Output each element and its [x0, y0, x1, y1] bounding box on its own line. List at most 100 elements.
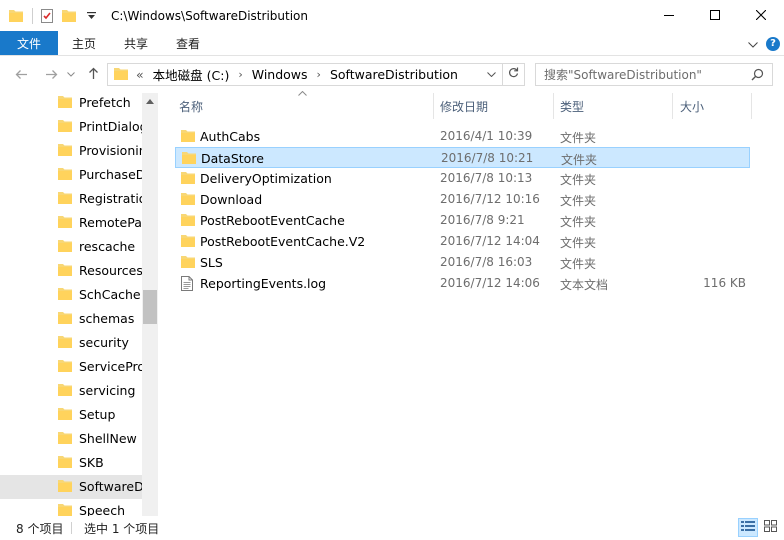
chevron-right-icon[interactable]: ›	[317, 68, 321, 81]
file-row[interactable]: PostRebootEventCache.V2 2016/7/12 14:04 文件…	[175, 231, 750, 252]
column-header-size[interactable]: 大小	[680, 93, 704, 119]
breadcrumb-softwaredistribution[interactable]: SoftwareDistribution	[330, 67, 458, 82]
file-row[interactable]: Download 2016/7/12 10:16 文件夹	[175, 189, 750, 210]
folder-icon	[58, 119, 72, 135]
quick-access-toolbar	[0, 0, 105, 31]
file-row[interactable]: DataStore 2016/7/8 10:21 文件夹	[175, 147, 750, 168]
scrollbar-thumb[interactable]	[143, 290, 157, 324]
folder-icon	[58, 479, 72, 495]
customize-toolbar-icon[interactable]	[83, 8, 99, 24]
folder-icon	[58, 239, 72, 255]
column-divider[interactable]	[433, 93, 434, 119]
nav-item[interactable]: security	[0, 331, 142, 355]
large-icons-view-icon	[763, 520, 777, 535]
chevron-right-icon[interactable]: ›	[238, 68, 242, 81]
nav-item[interactable]: Provisioning	[0, 139, 142, 163]
folder-icon	[58, 359, 72, 375]
nav-item[interactable]: SKB	[0, 451, 142, 475]
column-header-name[interactable]: 名称	[179, 93, 203, 119]
file-type: 文件夹	[560, 236, 597, 250]
window-title: C:\Windows\SoftwareDistribution	[111, 8, 308, 23]
folder-icon	[58, 503, 72, 516]
back-button[interactable]	[10, 64, 32, 86]
file-name: ReportingEvents.log	[200, 276, 327, 291]
nav-item-label: PrintDialog	[79, 119, 142, 134]
nav-item[interactable]: PurchaseDialog	[0, 163, 142, 187]
nav-item[interactable]: schemas	[0, 307, 142, 331]
minimize-button[interactable]	[646, 0, 692, 31]
file-date: 2016/7/12 10:16	[440, 192, 540, 206]
selection-count: 选中 1 个项目	[84, 522, 160, 536]
search-box[interactable]	[535, 63, 773, 86]
close-icon	[755, 9, 767, 23]
nav-item[interactable]: Prefetch	[0, 93, 142, 115]
folder-icon	[58, 263, 72, 279]
help-icon[interactable]: ?	[766, 36, 780, 51]
large-icons-view-button[interactable]	[760, 518, 780, 537]
nav-item-label: servicing	[79, 383, 136, 398]
forward-arrow-icon	[45, 66, 58, 84]
close-button[interactable]	[738, 0, 784, 31]
column-header-type[interactable]: 类型	[560, 93, 584, 119]
scroll-up-arrow-icon[interactable]	[142, 93, 157, 110]
nav-item[interactable]: SchCache	[0, 283, 142, 307]
nav-item[interactable]: SoftwareDistribution	[0, 475, 142, 499]
maximize-icon	[710, 9, 720, 23]
file-row[interactable]: DeliveryOptimization 2016/7/8 10:13 文件夹	[175, 168, 750, 189]
folder-icon	[58, 383, 72, 399]
column-header-date[interactable]: 修改日期	[440, 93, 488, 119]
nav-item[interactable]: ServiceProfiles	[0, 355, 142, 379]
nav-item-label: Provisioning	[79, 143, 142, 158]
tab-file[interactable]: 文件	[0, 31, 58, 55]
breadcrumb-local-disk[interactable]: 本地磁盘 (C:)	[153, 65, 230, 84]
details-view-button[interactable]	[738, 518, 758, 537]
file-date: 2016/7/8 10:13	[440, 171, 533, 185]
folder-icon	[181, 129, 195, 145]
file-date: 2016/7/8 9:21	[440, 213, 525, 227]
file-row[interactable]: SLS 2016/7/8 16:03 文件夹	[175, 252, 750, 273]
file-row[interactable]: PostRebootEventCache 2016/7/8 9:21 文件夹	[175, 210, 750, 231]
recent-locations-button[interactable]	[64, 64, 78, 86]
up-button[interactable]	[82, 64, 104, 86]
folder-icon[interactable]	[8, 8, 24, 24]
search-input[interactable]	[544, 67, 744, 82]
nav-item[interactable]: Registration	[0, 187, 142, 211]
nav-item-label: security	[79, 335, 129, 350]
maximize-button[interactable]	[692, 0, 738, 31]
folder-icon	[58, 143, 72, 159]
file-row[interactable]: ReportingEvents.log 2016/7/12 14:06 文本文档 11…	[175, 273, 750, 294]
nav-item-label: Speech	[79, 503, 126, 516]
address-history-dropdown[interactable]	[482, 64, 500, 85]
refresh-button[interactable]	[502, 64, 524, 85]
nav-item[interactable]: RemotePackages	[0, 211, 142, 235]
file-date: 2016/7/8 10:21	[441, 151, 534, 165]
nav-item[interactable]: Speech	[0, 499, 142, 516]
breadcrumb-overflow[interactable]: «	[136, 67, 144, 82]
file-date: 2016/7/12 14:04	[440, 234, 540, 248]
column-divider[interactable]	[553, 93, 554, 119]
properties-icon[interactable]	[39, 8, 55, 24]
nav-item[interactable]: servicing	[0, 379, 142, 403]
nav-item[interactable]: ShellNew	[0, 427, 142, 451]
tab-home[interactable]: 主页	[58, 31, 110, 55]
breadcrumb-windows[interactable]: Windows	[252, 67, 308, 82]
nav-item[interactable]: rescache	[0, 235, 142, 259]
tab-share[interactable]: 共享	[110, 31, 162, 55]
title-bar: C:\Windows\SoftwareDistribution	[0, 0, 784, 31]
nav-item[interactable]: Setup	[0, 403, 142, 427]
nav-item[interactable]: PrintDialog	[0, 115, 142, 139]
forward-button[interactable]	[40, 64, 62, 86]
column-divider[interactable]	[751, 93, 752, 119]
file-name: Download	[200, 192, 263, 207]
column-divider[interactable]	[672, 93, 673, 119]
nav-item-label: RemotePackages	[79, 215, 142, 230]
navigation-scrollbar[interactable]	[142, 93, 157, 516]
tab-view[interactable]: 查看	[162, 31, 214, 55]
expand-ribbon-icon[interactable]	[748, 37, 758, 51]
folder-icon	[58, 167, 72, 183]
search-icon[interactable]	[751, 68, 764, 84]
file-row[interactable]: AuthCabs 2016/4/1 10:39 文件夹	[175, 126, 750, 147]
new-folder-icon[interactable]	[61, 8, 77, 24]
address-bar[interactable]: « 本地磁盘 (C:) › Windows › SoftwareDistribu…	[107, 63, 525, 86]
nav-item[interactable]: Resources	[0, 259, 142, 283]
